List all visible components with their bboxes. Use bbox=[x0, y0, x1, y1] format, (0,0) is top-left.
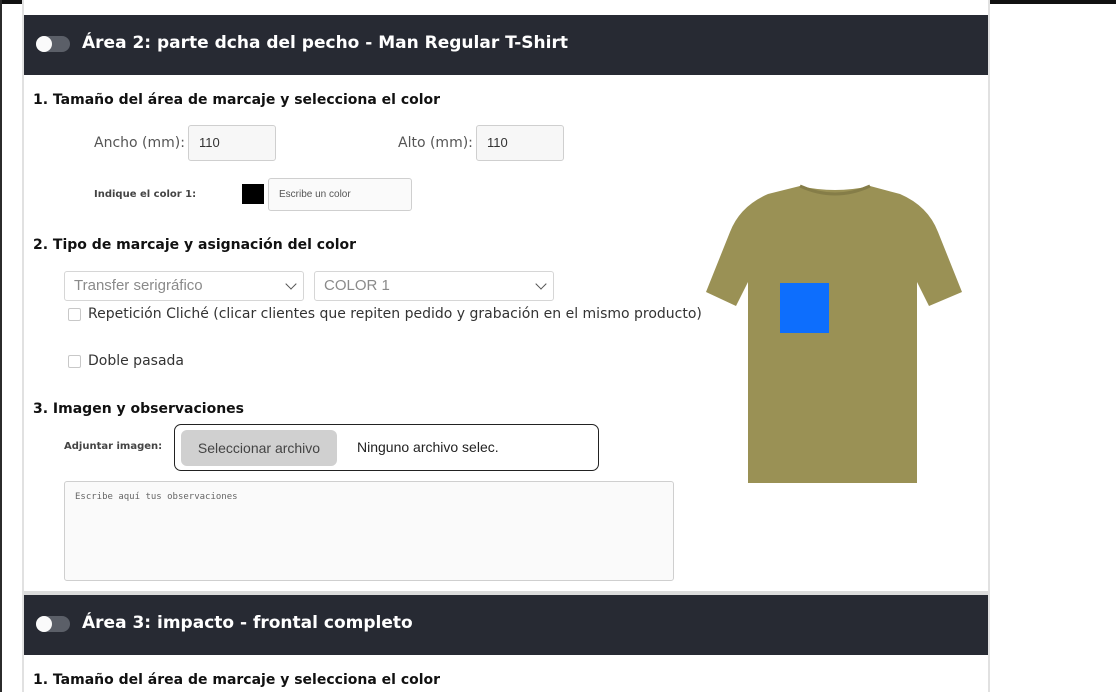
marking-type-select[interactable]: Transfer serigráfico bbox=[64, 271, 304, 301]
observations-textarea[interactable]: Escribe aquí tus observaciones bbox=[64, 481, 674, 581]
marking-area-preview bbox=[780, 283, 829, 333]
area-3-section-size-title: 1. Tamaño del área de marcaje y seleccio… bbox=[33, 672, 441, 688]
color-1-label: Indique el color 1: bbox=[94, 189, 197, 200]
color-swatch[interactable] bbox=[242, 184, 264, 204]
chevron-down-icon bbox=[285, 278, 297, 290]
height-input[interactable]: 110 bbox=[476, 125, 564, 161]
area-2-title: Área 2: parte dcha del pecho - Man Regul… bbox=[82, 33, 568, 53]
file-status-text: Ninguno archivo selec. bbox=[357, 439, 499, 455]
area-2-section-size-title: 1. Tamaño del área de marcaje y seleccio… bbox=[33, 92, 441, 108]
area-3-toggle[interactable] bbox=[36, 616, 70, 632]
area-3-header[interactable]: Área 3: impacto - frontal completo bbox=[24, 595, 988, 655]
height-label: Alto (mm): bbox=[398, 135, 473, 151]
double-pass-checkbox[interactable] bbox=[68, 355, 81, 368]
toggle-knob bbox=[36, 616, 52, 632]
repeat-cliche-checkbox[interactable] bbox=[68, 308, 81, 321]
tshirt-shape bbox=[706, 186, 962, 483]
window-edge bbox=[0, 0, 2, 692]
marking-type-value: Transfer serigráfico bbox=[74, 277, 203, 294]
width-label: Ancho (mm): bbox=[94, 135, 185, 151]
toggle-knob bbox=[36, 36, 52, 52]
color-1-input[interactable]: Escribe un color bbox=[268, 178, 412, 211]
area-2-header[interactable]: Área 2: parte dcha del pecho - Man Regul… bbox=[24, 15, 988, 75]
area-2-section-marking-title: 2. Tipo de marcaje y asignación del colo… bbox=[33, 237, 357, 253]
color-assign-select[interactable]: COLOR 1 bbox=[314, 271, 554, 301]
tshirt-preview bbox=[706, 184, 962, 483]
width-input[interactable]: 110 bbox=[188, 125, 276, 161]
chevron-down-icon bbox=[535, 278, 547, 290]
attach-image-label: Adjuntar imagen: bbox=[64, 441, 163, 452]
area-3-title: Área 3: impacto - frontal completo bbox=[82, 613, 413, 633]
double-pass-label[interactable]: Doble pasada bbox=[88, 353, 184, 369]
select-file-button[interactable]: Seleccionar archivo bbox=[181, 430, 337, 466]
area-2-section-image-title: 3. Imagen y observaciones bbox=[33, 401, 244, 417]
color-assign-value: COLOR 1 bbox=[324, 277, 390, 294]
repeat-cliche-label[interactable]: Repetición Cliché (clicar clientes que r… bbox=[88, 306, 702, 322]
file-input[interactable]: Seleccionar archivo Ninguno archivo sele… bbox=[174, 424, 599, 471]
area-2-toggle[interactable] bbox=[36, 36, 70, 52]
